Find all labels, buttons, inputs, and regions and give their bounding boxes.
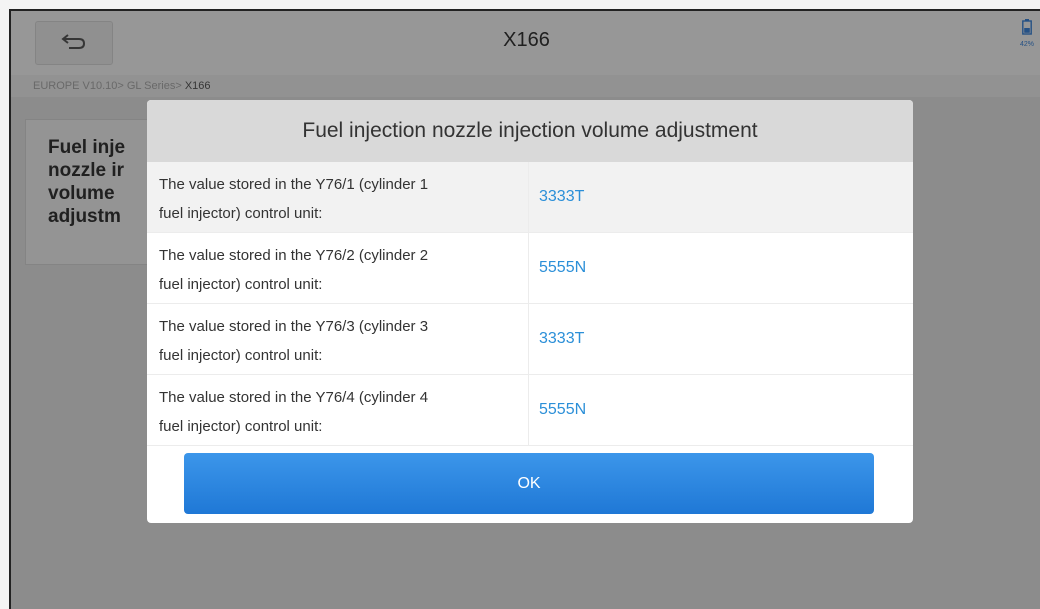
row-value: 3333T [539,330,585,347]
row-label: The value stored in the Y76/2 (cylinder … [147,233,529,303]
row-label: The value stored in the Y76/4 (cylinder … [147,375,529,445]
table-row: The value stored in the Y76/3 (cylinder … [147,304,913,375]
row-label-line: The value stored in the Y76/2 (cylinder … [159,247,429,264]
row-label: The value stored in the Y76/3 (cylinder … [147,304,529,374]
injection-volume-dialog: Fuel injection nozzle injection volume a… [147,100,913,523]
table-row: The value stored in the Y76/4 (cylinder … [147,375,913,446]
ok-button[interactable]: OK [184,453,874,514]
row-label-line: The value stored in the Y76/4 (cylinder … [159,389,429,406]
row-value: 3333T [539,188,585,205]
row-label-line: The value stored in the Y76/3 (cylinder … [159,318,429,335]
row-label-line: fuel injector) control unit: [159,347,323,364]
table-row: The value stored in the Y76/2 (cylinder … [147,233,913,304]
row-label-line: The value stored in the Y76/1 (cylinder … [159,176,429,193]
row-label-line: fuel injector) control unit: [159,418,323,435]
device-screen: X166 42% EUROPE V10.10> GL Series> X166 … [9,9,1040,609]
row-label-line: fuel injector) control unit: [159,205,323,222]
row-label: The value stored in the Y76/1 (cylinder … [147,162,529,232]
row-value: 5555N [539,259,587,276]
value-table: The value stored in the Y76/1 (cylinder … [147,162,913,446]
row-label-line: fuel injector) control unit: [159,276,323,293]
dialog-title: Fuel injection nozzle injection volume a… [147,100,913,162]
row-value: 5555N [539,401,587,418]
table-row: The value stored in the Y76/1 (cylinder … [147,162,913,233]
